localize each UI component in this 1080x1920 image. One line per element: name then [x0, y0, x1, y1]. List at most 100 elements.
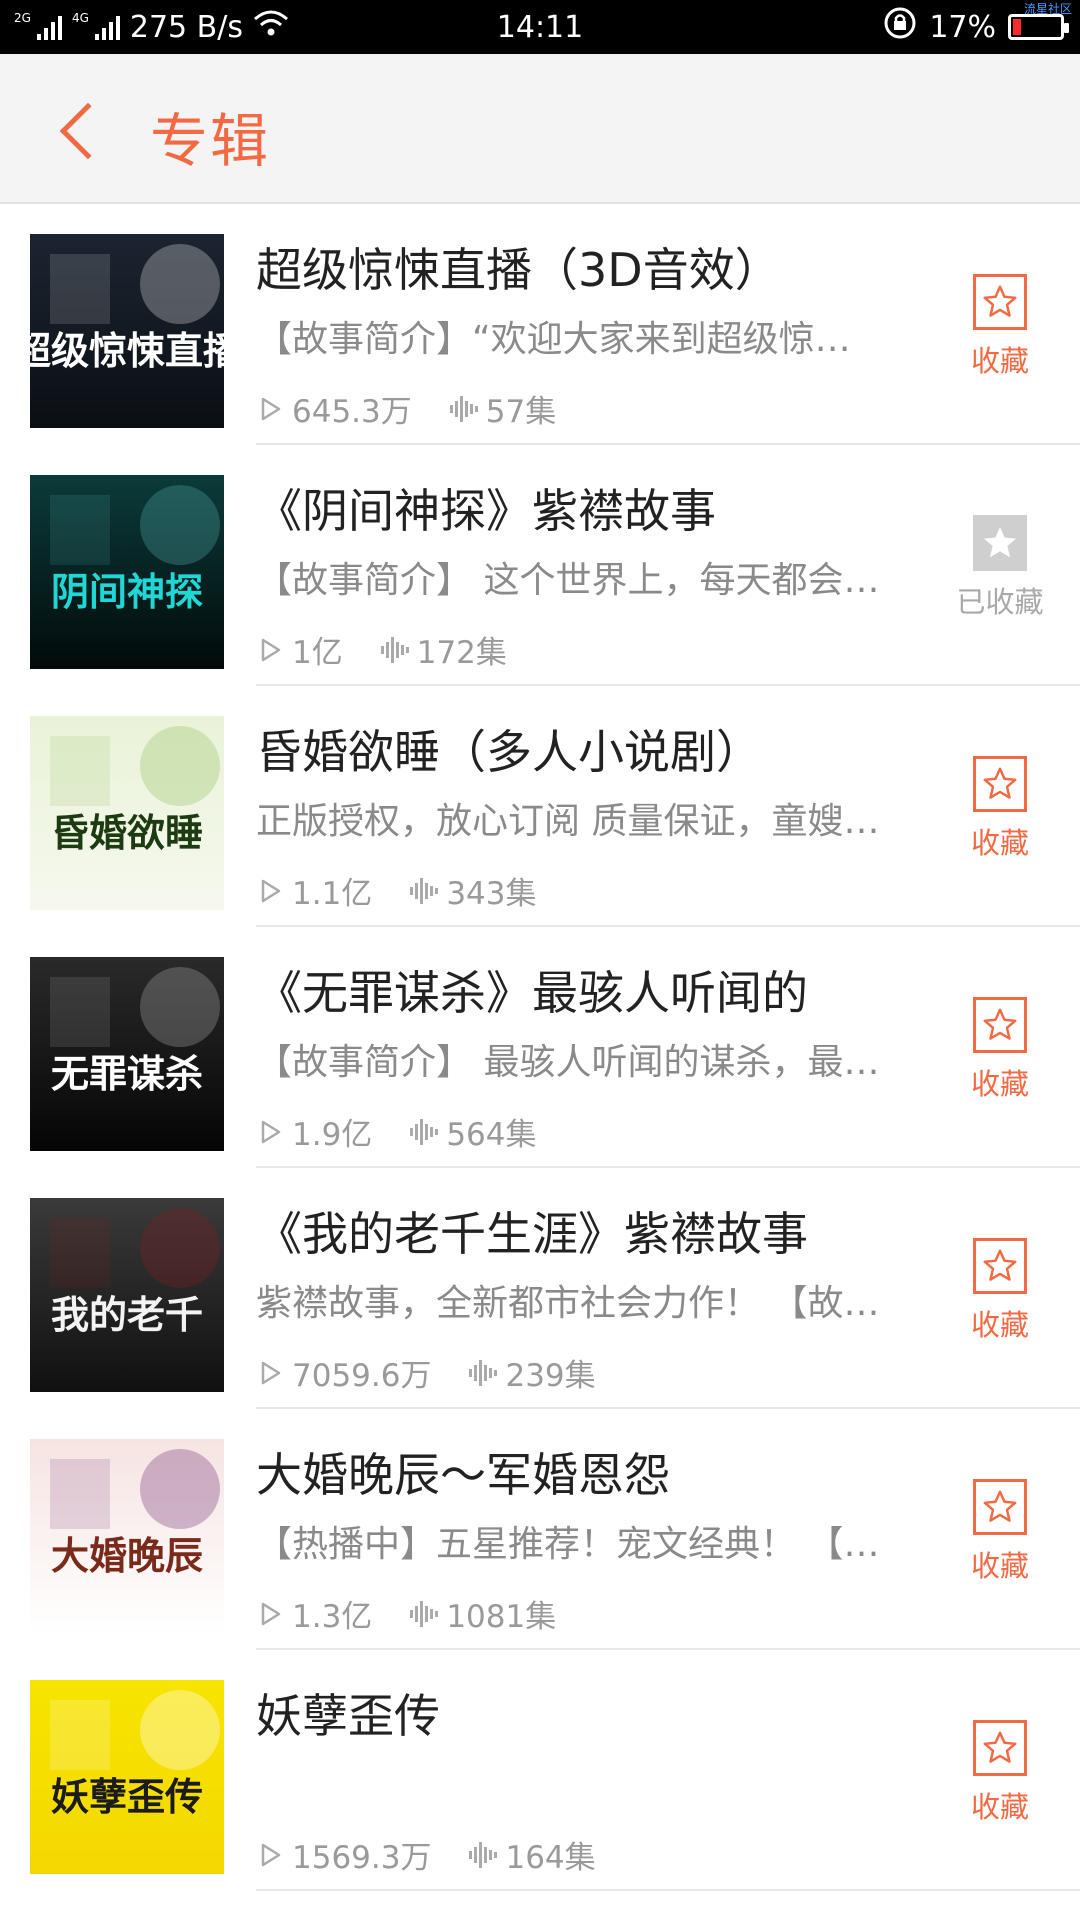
battery-percent: 17% [929, 9, 996, 45]
cover-art: 无罪谋杀 [30, 957, 224, 1151]
favorite-label: 收藏 [970, 1067, 1029, 1101]
album-cover-image: 无罪谋杀 [30, 957, 224, 1151]
album-stats: 7059.6万 239集 [260, 1350, 596, 1395]
album-list-item[interactable]: 大婚晚辰 大婚晚辰～军婚恩怨 【热播中】五星推荐！宠文经典！ 【… 1.3亿 1… [0, 1409, 1080, 1650]
watermark-text: 流星社区 [1023, 2, 1072, 16]
svg-text:无: 无 [51, 1052, 89, 1096]
cover-art: 我的老千 [30, 1198, 224, 1392]
top-app-bar: 专辑 [0, 54, 1080, 204]
album-title: 昏婚欲睡（多人小说剧） [256, 725, 762, 779]
svg-text:老: 老 [127, 1293, 165, 1337]
play-count: 7059.6万 [292, 1358, 432, 1394]
album-list-item[interactable]: 阴间神探 《阴间神探》紫襟故事 【故事简介】 这个世界上，每天都会… 1亿 17… [0, 445, 1080, 686]
album-list-item[interactable]: 无罪谋杀 《无罪谋杀》最骇人听闻的 【故事简介】 最骇人听闻的谋杀，最… 1.9… [0, 927, 1080, 1168]
favorite-label: 收藏 [970, 1549, 1029, 1583]
chevron-left-icon [59, 102, 117, 160]
favorite-button[interactable]: 收藏 [940, 1720, 1060, 1830]
play-count-icon [260, 637, 282, 663]
favorite-button[interactable]: 已收藏 [940, 515, 1060, 625]
favorite-label: 收藏 [970, 344, 1029, 378]
svg-text:超: 超 [30, 329, 52, 373]
star-icon [973, 1238, 1027, 1294]
favorite-button[interactable]: 收藏 [940, 756, 1060, 866]
svg-text:我: 我 [51, 1293, 89, 1337]
episodes-icon [469, 1840, 498, 1870]
episode-count: 343集 [446, 876, 537, 912]
svg-text:探: 探 [165, 570, 203, 614]
star-icon [973, 1720, 1027, 1776]
album-title: 《阴间神探》紫襟故事 [256, 484, 716, 538]
album-cover-image: 超级惊悚直播 [30, 234, 224, 428]
album-stats: 1569.3万 164集 [260, 1832, 596, 1877]
cover-art: 超级惊悚直播 [30, 234, 224, 428]
status-time: 14:11 [496, 9, 584, 45]
play-count-icon [260, 1601, 282, 1627]
svg-text:悚: 悚 [127, 329, 165, 373]
svg-text:罪: 罪 [89, 1052, 127, 1096]
svg-text:昏: 昏 [51, 811, 89, 855]
svg-text:传: 传 [164, 1775, 203, 1819]
battery-icon [1008, 14, 1069, 40]
svg-text:大: 大 [51, 1534, 89, 1578]
album-cover-image: 我的老千 [30, 1198, 224, 1392]
battery-level [1013, 19, 1021, 35]
episodes-icon [380, 635, 409, 665]
play-count-icon [260, 1360, 282, 1386]
album-cover-image: 阴间神探 [30, 475, 224, 669]
svg-text:欲: 欲 [126, 811, 165, 855]
svg-text:杀: 杀 [165, 1052, 203, 1096]
album-title: 妖孽歪传 [256, 1689, 440, 1743]
favorite-button[interactable]: 收藏 [940, 997, 1060, 1107]
star-icon [973, 1479, 1027, 1535]
svg-text:辰: 辰 [165, 1534, 203, 1578]
favorite-label: 已收藏 [956, 585, 1044, 619]
cover-art: 妖孽歪传 [30, 1680, 224, 1874]
divider [256, 1889, 1080, 1891]
svg-text:孽: 孽 [89, 1775, 127, 1819]
svg-text:间: 间 [89, 570, 127, 614]
album-stats: 1.1亿 343集 [260, 868, 536, 913]
play-count: 1.1亿 [292, 876, 373, 912]
episodes-icon [469, 1358, 498, 1388]
album-stats: 645.3万 57集 [260, 386, 556, 431]
back-button[interactable] [44, 96, 117, 166]
star-icon [973, 756, 1027, 812]
episode-count: 239集 [505, 1358, 596, 1394]
album-description: 【故事简介】“欢迎大家来到超级惊… [256, 319, 851, 360]
album-title: 超级惊悚直播（3D音效） [256, 243, 781, 297]
episodes-icon [449, 394, 478, 424]
episode-count: 1081集 [446, 1599, 557, 1635]
album-list-item[interactable]: 超级惊悚直播 超级惊悚直播（3D音效） 【故事简介】“欢迎大家来到超级惊… 64… [0, 204, 1080, 445]
favorite-button[interactable]: 收藏 [940, 274, 1060, 384]
rotation-lock-icon [883, 6, 917, 48]
album-list-item[interactable]: 我的老千 《我的老千生涯》紫襟故事 紫襟故事，全新都市社会力作！ 【故… 705… [0, 1168, 1080, 1409]
album-list-item[interactable]: 昏婚欲睡 昏婚欲睡（多人小说剧） 正版授权，放心订阅 质量保证，童嫂… 1.1亿… [0, 686, 1080, 927]
page-title: 专辑 [150, 107, 271, 175]
status-bar: 2G 4G 275 B/s 14:11 17% 流星社区 [0, 0, 1080, 54]
favorite-button[interactable]: 收藏 [940, 1238, 1060, 1348]
cover-art: 昏婚欲睡 [30, 716, 224, 910]
svg-text:睡: 睡 [165, 811, 203, 855]
favorite-button[interactable]: 收藏 [940, 1479, 1060, 1589]
play-count: 645.3万 [292, 394, 412, 430]
album-list: 超级惊悚直播 超级惊悚直播（3D音效） 【故事简介】“欢迎大家来到超级惊… 64… [0, 204, 1080, 1891]
svg-text:神: 神 [127, 570, 165, 614]
play-count: 1.3亿 [292, 1599, 373, 1635]
cover-art: 阴间神探 [30, 475, 224, 669]
episodes-icon [410, 1117, 439, 1147]
svg-text:谋: 谋 [127, 1052, 165, 1096]
favorite-label: 收藏 [970, 1790, 1029, 1824]
star-icon [973, 274, 1027, 330]
episode-count: 564集 [446, 1117, 537, 1153]
album-cover-image: 大婚晚辰 [30, 1439, 224, 1633]
play-count-icon [260, 396, 282, 422]
svg-text:级: 级 [51, 329, 89, 373]
svg-text:千: 千 [165, 1293, 203, 1337]
album-list-item[interactable]: 妖孽歪传 妖孽歪传 1569.3万 164集 收藏 [0, 1650, 1080, 1891]
album-stats: 1.9亿 564集 [260, 1109, 536, 1154]
episode-count: 57集 [485, 394, 557, 430]
album-stats: 1亿 172集 [260, 627, 507, 672]
svg-text:播: 播 [203, 329, 224, 373]
album-description: 【故事简介】 这个世界上，每天都会… [256, 560, 880, 601]
play-count-icon [260, 878, 282, 904]
